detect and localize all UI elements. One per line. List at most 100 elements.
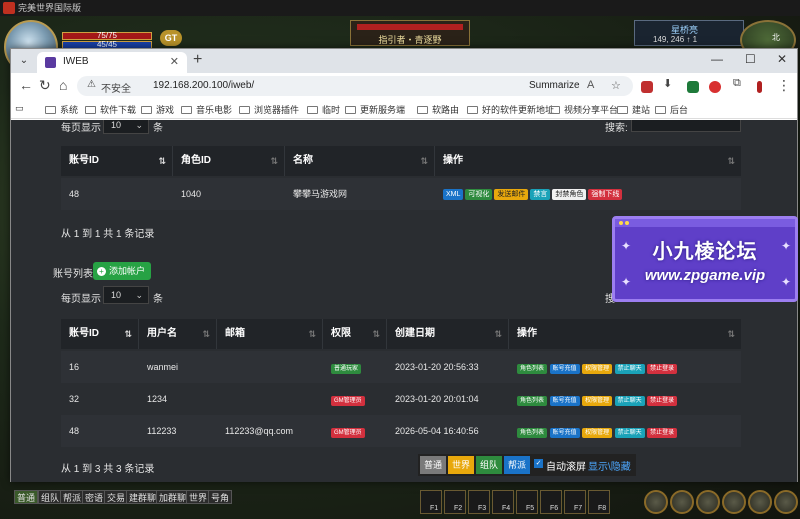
role-cell: 普通玩家	[323, 351, 362, 383]
adblock-icon[interactable]	[709, 81, 721, 93]
search-input[interactable]	[631, 120, 741, 132]
column-header[interactable]: 权限 ⇅	[323, 319, 387, 349]
channel-world-button[interactable]: 世界	[448, 456, 474, 474]
maximize-icon[interactable]: ☐	[745, 52, 756, 66]
column-header[interactable]: 邮箱 ⇅	[217, 319, 323, 349]
ban-chat-button[interactable]: 禁止聊天	[614, 364, 645, 374]
folder-icon	[655, 106, 666, 114]
role-list-button[interactable]: 角色列表	[517, 364, 548, 374]
menu-orb-button[interactable]	[644, 490, 668, 514]
ban-login-button[interactable]: 禁止登录	[647, 364, 678, 374]
bookmark-item[interactable]: 好的软件更新地址	[467, 103, 554, 116]
target-frame[interactable]: 指引者・青逐野	[350, 20, 470, 46]
reload-icon[interactable]: ↻	[39, 77, 51, 94]
chat-tab-horn[interactable]: 号角	[208, 490, 233, 504]
address-bar[interactable]: ⚠ 不安全 192.168.200.100/iweb/ Summarize A …	[77, 76, 633, 96]
warning-icon[interactable]: ⚠	[87, 79, 96, 90]
channel-normal-button[interactable]: 普通	[420, 456, 446, 474]
recharge-button[interactable]: 账号充值	[549, 396, 580, 406]
page-size-select[interactable]: 10 ⌄	[103, 286, 149, 304]
ban-role-button[interactable]: 封禁角色	[552, 189, 587, 201]
show-hide-link[interactable]: 显示\隐藏	[588, 458, 631, 473]
ban-login-button[interactable]: 禁止登录	[647, 396, 678, 406]
chat-tab-normal[interactable]: 普通	[14, 490, 39, 504]
chat-tab-guild[interactable]: 帮派	[60, 490, 85, 504]
close-tab-icon[interactable]: ✕	[170, 55, 179, 68]
bookmark-item[interactable]: 音乐电影	[181, 103, 232, 116]
bookmark-item[interactable]: 浏览器插件	[239, 103, 299, 116]
ban-chat-button[interactable]: 禁止聊天	[614, 396, 645, 406]
tab-iweb[interactable]: IWEB ✕	[37, 52, 187, 73]
read-aloud-icon[interactable]: A	[587, 79, 594, 91]
home-icon[interactable]: ⌂	[59, 77, 67, 93]
bookmark-item[interactable]: 后台	[655, 103, 688, 116]
bookmark-item[interactable]: 软路由	[417, 103, 459, 116]
column-header[interactable]: 角色ID ⇅	[173, 146, 285, 176]
gt-button[interactable]: GT	[160, 30, 182, 46]
tab-search-icon[interactable]: ⌄	[17, 54, 31, 68]
extension-green-icon[interactable]	[687, 81, 699, 93]
watermark-title: 小九棱论坛	[652, 241, 758, 263]
menu-orb-button[interactable]	[748, 490, 772, 514]
ban-chat-button[interactable]: 禁止聊天	[614, 428, 645, 438]
chat-tab-create-group[interactable]: 建群聊	[126, 490, 160, 504]
bookmark-item[interactable]: 系统	[45, 103, 78, 116]
chat-tab-team[interactable]: 组队	[38, 490, 63, 504]
send-mail-button[interactable]: 发送邮件	[494, 189, 529, 201]
column-header[interactable]: 创建日期 ⇅	[387, 319, 509, 349]
menu-orb-button[interactable]	[774, 490, 798, 514]
hotkey-label: F3	[478, 505, 487, 512]
role-list-button[interactable]: 角色列表	[517, 396, 548, 406]
visualize-button[interactable]: 可视化	[465, 189, 493, 201]
column-header[interactable]: 账号ID ⇅	[61, 319, 139, 349]
ban-login-button[interactable]: 禁止登录	[647, 428, 678, 438]
menu-orb-button[interactable]	[670, 490, 694, 514]
permissions-button[interactable]: 权限管理	[582, 364, 613, 374]
menu-dots-icon[interactable]: ⋮	[777, 77, 791, 94]
column-header[interactable]: 账号ID ⇅	[61, 146, 173, 176]
chat-tab-join-group[interactable]: 加群聊	[156, 490, 190, 504]
menu-orb-button[interactable]	[696, 490, 720, 514]
menu-orb-button[interactable]	[722, 490, 746, 514]
bookmark-item[interactable]: 视频分享平台	[549, 103, 618, 116]
chat-tab-whisper[interactable]: 密语	[82, 490, 107, 504]
column-header[interactable]: 操作 ⇅	[509, 319, 741, 349]
bookmark-item[interactable]: 软件下载	[85, 103, 136, 116]
minimize-icon[interactable]: —	[711, 52, 723, 66]
mute-button[interactable]: 禁言	[530, 189, 551, 201]
channel-team-button[interactable]: 组队	[476, 456, 502, 474]
chat-tab-trade[interactable]: 交易	[104, 490, 129, 504]
xml-button[interactable]: XML	[443, 189, 464, 201]
recharge-button[interactable]: 账号充值	[549, 428, 580, 438]
bookmark-item[interactable]: 临时	[307, 103, 340, 116]
download-icon[interactable]: ⬇	[663, 77, 672, 90]
column-header[interactable]: 用户名 ⇅	[139, 319, 217, 349]
permissions-button[interactable]: 权限管理	[582, 396, 613, 406]
force-offline-button[interactable]: 强制下线	[588, 189, 623, 201]
close-window-icon[interactable]: ✕	[777, 52, 787, 66]
bookmark-item[interactable]: 游戏	[141, 103, 174, 116]
recharge-button[interactable]: 账号充值	[549, 364, 580, 374]
chat-tab-world[interactable]: 世界	[186, 490, 211, 504]
column-header[interactable]: 操作 ⇅	[435, 146, 741, 176]
permissions-button[interactable]: 权限管理	[582, 428, 613, 438]
bookmark-item[interactable]: 建站	[617, 103, 650, 116]
profile-icon[interactable]	[757, 81, 762, 93]
sidebar-toggle-icon[interactable]: ▭	[15, 103, 24, 114]
extension-red-icon[interactable]	[641, 81, 653, 93]
bookmark-item[interactable]: 更新服务端	[345, 103, 405, 116]
bookmark-star-icon[interactable]: ☆	[611, 79, 621, 92]
hotkey-label: F7	[574, 505, 583, 512]
extensions-puzzle-icon[interactable]: ⧉	[733, 77, 741, 90]
page-size-value: 10	[111, 290, 122, 300]
auto-scroll-checkbox[interactable]: ✓	[534, 459, 543, 468]
back-icon[interactable]: ←	[19, 77, 33, 93]
add-account-button[interactable]: + 添加帐户	[93, 262, 151, 280]
new-tab-icon[interactable]: +	[193, 51, 202, 69]
column-header[interactable]: 名称 ⇅	[285, 146, 435, 176]
role-list-button[interactable]: 角色列表	[517, 428, 548, 438]
page-size-select[interactable]: 10 ⌄	[103, 120, 149, 134]
channel-guild-button[interactable]: 帮派	[504, 456, 530, 474]
url-text[interactable]: 192.168.200.100/iweb/	[153, 80, 254, 91]
summarize-button[interactable]: Summarize	[529, 80, 580, 91]
